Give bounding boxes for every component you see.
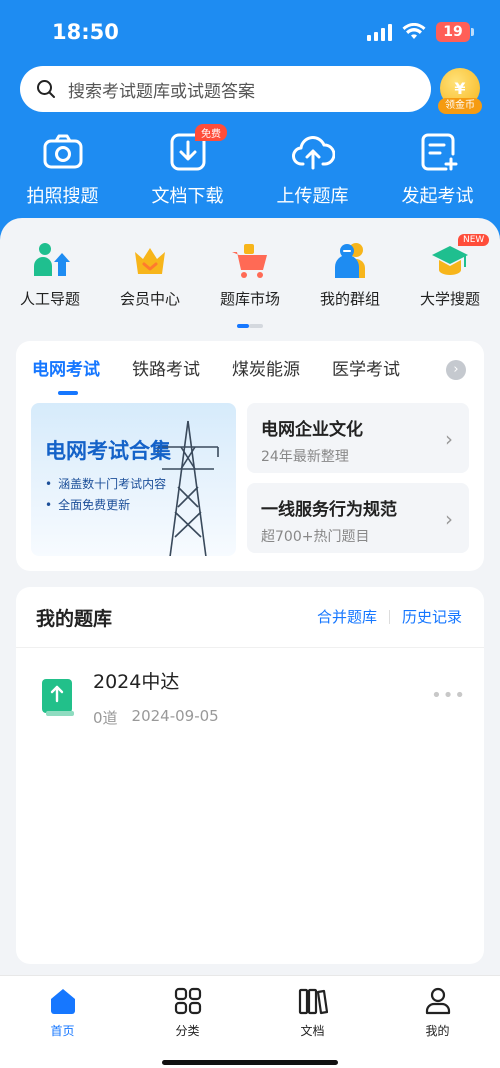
- tab-mine-label: 我的: [425, 1024, 450, 1038]
- item-subtitle: 超700+热门题目: [261, 529, 370, 545]
- merge-bank-link[interactable]: 合并题库: [317, 606, 377, 627]
- banner-line: 全面免费更新: [45, 496, 130, 513]
- tab-railway-exam[interactable]: 铁路考试: [132, 355, 200, 380]
- cart-icon: [232, 244, 267, 278]
- battery-icon: 19: [436, 22, 474, 42]
- bank-item-name: 2024中达: [93, 671, 180, 693]
- item-title: 电网企业文化: [261, 420, 363, 440]
- quick-entries: 人工导题 会员中心 题库市场 我的群组 NEW 大学搜题: [0, 234, 500, 309]
- signal-icon: [367, 23, 392, 41]
- home-indicator: [162, 1060, 338, 1065]
- divider: [16, 647, 484, 648]
- exam-create-icon: [421, 133, 457, 171]
- top-actions: 拍照搜题 免费 文档下载 上传题库 发起考试: [0, 124, 500, 208]
- more-options-icon[interactable]: •••: [431, 685, 466, 706]
- bank-links: 合并题库 历史记录: [317, 606, 462, 627]
- upload-bank-button[interactable]: 上传题库: [250, 130, 375, 208]
- doc-download-button[interactable]: 免费 文档下载: [125, 124, 250, 208]
- home-icon: [50, 989, 75, 1014]
- tab-home[interactable]: 首页: [0, 976, 125, 1068]
- upload-bank-label: 上传题库: [276, 186, 349, 207]
- grid-icon: [174, 987, 201, 1015]
- bank-market-button[interactable]: 题库市场: [200, 240, 300, 309]
- tab-category-label: 分类: [175, 1024, 200, 1038]
- tab-home-label: 首页: [50, 1024, 75, 1038]
- banner-title: 电网考试合集: [45, 439, 171, 463]
- bank-market-label: 题库市场: [219, 290, 280, 308]
- photo-search-label: 拍照搜题: [26, 186, 99, 207]
- exam-category-card: 电网考试 铁路考试 煤炭能源 医学考试 › 电网考试合集 涵盖数十门考试: [16, 341, 484, 571]
- vip-center-label: 会员中心: [119, 290, 180, 308]
- chevron-right-icon: ›: [445, 507, 453, 531]
- group-icon: [335, 243, 365, 278]
- cloud-upload-icon: [291, 136, 335, 170]
- chevron-right-icon: ›: [445, 427, 453, 451]
- manual-import-label: 人工导题: [19, 290, 80, 308]
- wifi-icon: [402, 23, 426, 39]
- my-bank-title: 我的题库: [36, 608, 113, 630]
- graduation-cap-icon: [432, 246, 468, 275]
- active-tab-indicator: [58, 391, 78, 395]
- search-icon: [37, 80, 55, 98]
- my-bank-card: 我的题库 合并题库 历史记录 2024中达 0道 2024-09-05 •••: [16, 587, 484, 964]
- coin-label[interactable]: 领金币: [438, 98, 482, 114]
- tab-coal-energy[interactable]: 煤炭能源: [232, 355, 300, 380]
- category-tabs: 电网考试 铁路考试 煤炭能源 医学考试: [32, 355, 400, 380]
- free-badge: 免费: [195, 124, 227, 141]
- created-date: 2024-09-05: [131, 707, 219, 725]
- status-time: 18:50: [52, 20, 119, 44]
- tab-docs-label: 文档: [300, 1024, 325, 1038]
- status-icons: 19: [367, 22, 474, 42]
- new-badge: NEW: [458, 234, 490, 246]
- start-exam-button[interactable]: 发起考试: [375, 130, 500, 208]
- page-indicator: [237, 324, 263, 328]
- culture-item[interactable]: 电网企业文化 24年最新整理 ›: [247, 403, 469, 473]
- book-icon: [42, 679, 74, 716]
- user-icon: [425, 987, 450, 1015]
- person-import-icon: [34, 243, 70, 276]
- search-bar[interactable]: 搜索考试题库或试题答案: [20, 66, 431, 112]
- service-norms-item[interactable]: 一线服务行为规范 超700+热门题目 ›: [247, 483, 469, 553]
- tab-grid-exam[interactable]: 电网考试: [32, 355, 100, 380]
- books-icon: [298, 988, 328, 1015]
- banner-line: 涵盖数十门考试内容: [45, 475, 166, 492]
- link-divider: [388, 609, 390, 624]
- my-groups-button[interactable]: 我的群组: [300, 240, 400, 309]
- my-groups-label: 我的群组: [319, 290, 380, 308]
- photo-search-button[interactable]: 拍照搜题: [0, 130, 125, 208]
- vip-center-button[interactable]: 会员中心: [100, 240, 200, 309]
- college-search-button[interactable]: NEW 大学搜题: [400, 234, 500, 309]
- page-dot: [249, 324, 263, 328]
- tab-mine[interactable]: 我的: [375, 976, 500, 1068]
- start-exam-label: 发起考试: [401, 186, 474, 207]
- question-count: 0道: [93, 709, 118, 727]
- history-link[interactable]: 历史记录: [402, 606, 462, 627]
- tab-docs[interactable]: 文档: [250, 976, 375, 1068]
- tab-category[interactable]: 分类: [125, 976, 250, 1068]
- college-search-label: 大学搜题: [419, 290, 480, 308]
- tab-medical-exam[interactable]: 医学考试: [332, 355, 400, 380]
- bank-list-item[interactable]: 2024中达 0道 2024-09-05 •••: [36, 665, 466, 735]
- crown-icon: [135, 248, 165, 274]
- bank-item-meta: 0道 2024-09-05: [93, 707, 219, 728]
- more-tabs-icon[interactable]: ›: [446, 360, 466, 380]
- bottom-tab-bar: 首页 分类 文档 我的: [0, 975, 500, 1068]
- doc-download-label: 文档下载: [151, 186, 224, 207]
- item-title: 一线服务行为规范: [261, 500, 397, 520]
- search-placeholder: 搜索考试题库或试题答案: [68, 81, 255, 102]
- grid-exam-banner[interactable]: 电网考试合集 涵盖数十门考试内容 全面免费更新: [31, 403, 236, 556]
- manual-import-button[interactable]: 人工导题: [0, 240, 100, 309]
- item-subtitle: 24年最新整理: [261, 449, 349, 465]
- page-dot-active: [237, 324, 249, 328]
- camera-icon: [43, 134, 82, 169]
